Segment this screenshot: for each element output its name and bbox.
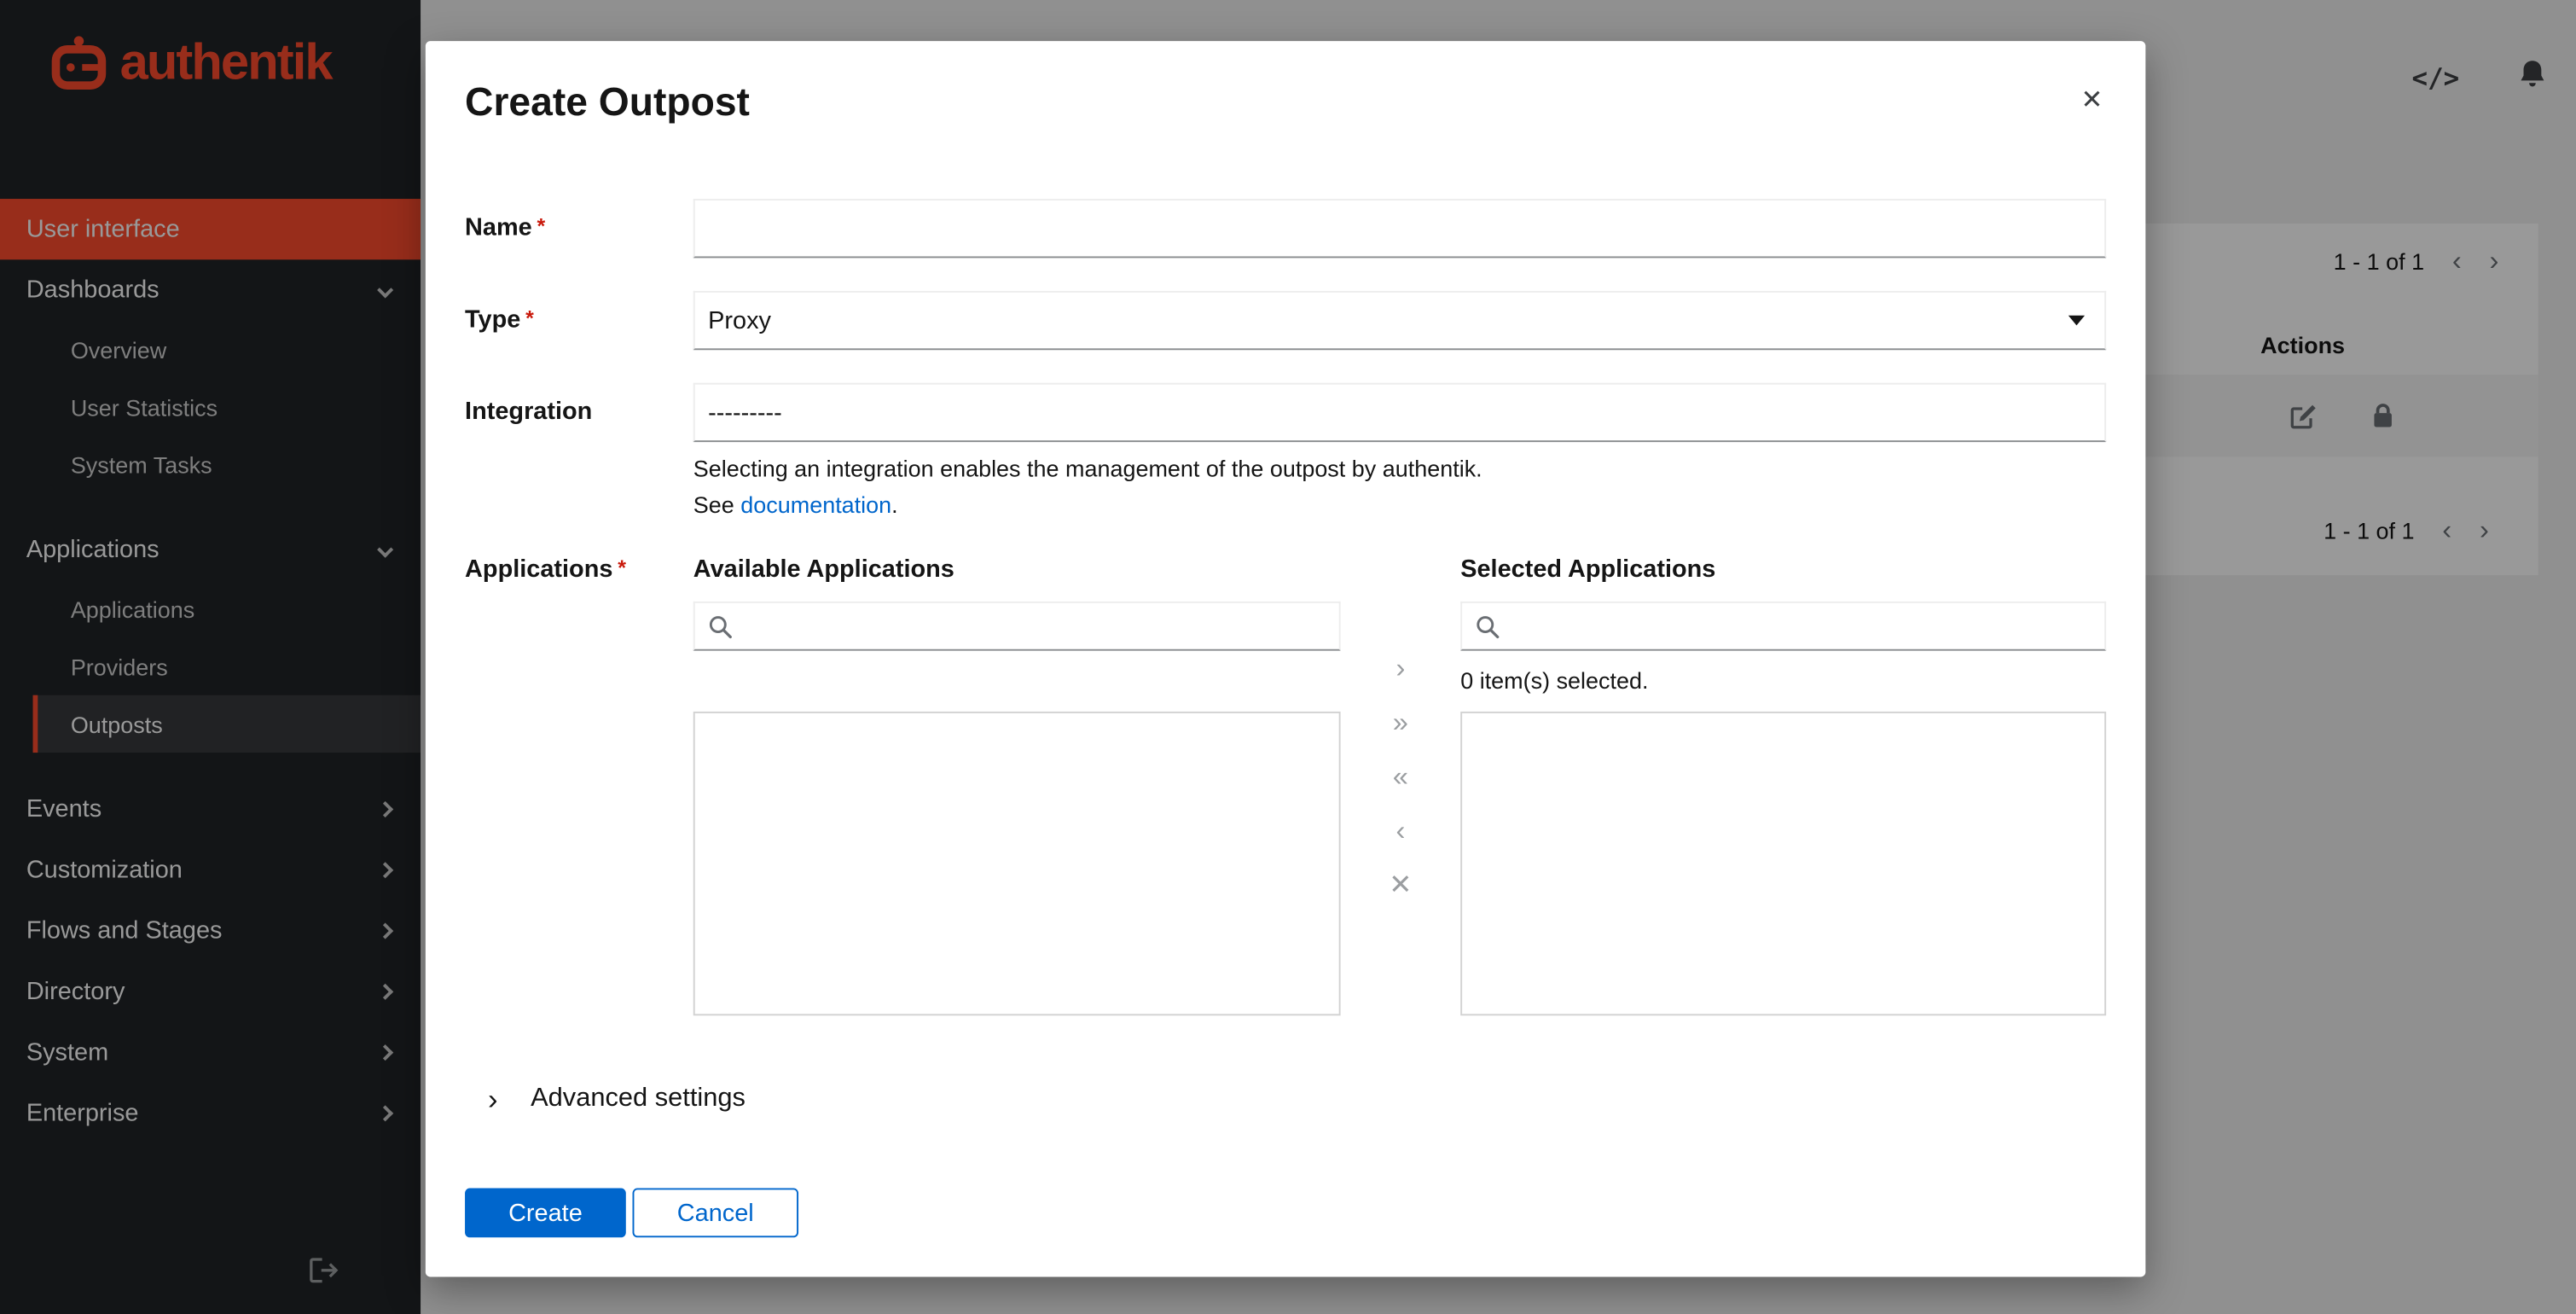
label-text: Integration bbox=[465, 398, 593, 426]
search-icon bbox=[1477, 615, 1500, 638]
required-mark: * bbox=[525, 305, 534, 331]
clear-selection-button[interactable]: ✕ bbox=[1389, 870, 1412, 901]
available-search-input[interactable] bbox=[744, 613, 1326, 640]
remove-selected-button[interactable]: ‹ bbox=[1395, 816, 1405, 846]
name-row: Name * bbox=[465, 199, 2107, 259]
available-applications-pane: Available Applications bbox=[693, 555, 1341, 1016]
search-icon bbox=[709, 615, 732, 638]
selected-applications-title: Selected Applications bbox=[1460, 555, 1716, 584]
integration-row: Integration --------- Selecting an integ… bbox=[465, 382, 2107, 523]
advanced-settings-toggle[interactable]: › Advanced settings bbox=[465, 1084, 2106, 1114]
name-input[interactable] bbox=[693, 199, 2107, 259]
required-mark: * bbox=[537, 213, 546, 239]
create-outpost-form: Name * Type * Proxy Integration --------… bbox=[465, 199, 2107, 1114]
available-search-box bbox=[693, 601, 1341, 651]
selected-count-text: 0 item(s) selected. bbox=[1460, 666, 1649, 694]
advanced-chevron-icon: › bbox=[488, 1083, 498, 1116]
modal-title: Create Outpost bbox=[465, 80, 750, 125]
integration-help-text: Selecting an integration enables the man… bbox=[693, 451, 2106, 523]
label-text: Name bbox=[465, 213, 532, 242]
applications-label: Applications * bbox=[465, 555, 693, 1015]
help-line-1: Selecting an integration enables the man… bbox=[693, 455, 1482, 482]
label-text: Type bbox=[465, 305, 521, 334]
modal-footer: Create Cancel bbox=[465, 1188, 799, 1238]
remove-all-button[interactable]: « bbox=[1393, 762, 1408, 793]
required-mark: * bbox=[618, 555, 626, 580]
close-button[interactable]: ✕ bbox=[2080, 84, 2103, 117]
dual-list-selector: Available Applications › » « ‹ ✕ Selecte… bbox=[693, 555, 2107, 1016]
available-applications-title: Available Applications bbox=[693, 555, 954, 584]
name-label: Name * bbox=[465, 199, 693, 258]
transfer-controls: › » « ‹ ✕ bbox=[1341, 555, 1461, 900]
add-all-button[interactable]: » bbox=[1393, 707, 1408, 738]
cancel-button[interactable]: Cancel bbox=[632, 1188, 799, 1238]
selected-applications-pane: Selected Applications 0 item(s) selected… bbox=[1460, 555, 2107, 1016]
type-select-value: Proxy bbox=[708, 306, 771, 334]
add-selected-button[interactable]: › bbox=[1395, 654, 1405, 684]
integration-select-value: --------- bbox=[708, 398, 782, 427]
integration-select[interactable]: --------- bbox=[693, 382, 2107, 443]
applications-row: Applications * Available Applications › … bbox=[465, 555, 2107, 1016]
help-line-2-prefix: See bbox=[693, 491, 741, 518]
app-root: authentik User interface Dashboards Over… bbox=[0, 0, 2576, 1314]
selected-search-input[interactable] bbox=[1511, 613, 2092, 640]
create-button[interactable]: Create bbox=[465, 1188, 626, 1238]
select-caret-icon bbox=[2068, 315, 2086, 326]
documentation-link[interactable]: documentation bbox=[740, 491, 891, 518]
create-outpost-modal: Create Outpost ✕ Name * Type * Proxy Int… bbox=[425, 41, 2146, 1277]
help-line-2-suffix: . bbox=[891, 491, 898, 518]
available-applications-list[interactable] bbox=[693, 711, 1341, 1016]
type-row: Type * Proxy bbox=[465, 290, 2107, 351]
selected-applications-list[interactable] bbox=[1460, 711, 2107, 1016]
label-text: Applications bbox=[465, 555, 613, 584]
advanced-settings-label: Advanced settings bbox=[531, 1084, 746, 1113]
selected-search-box bbox=[1460, 601, 2107, 651]
type-select[interactable]: Proxy bbox=[693, 290, 2107, 351]
type-label: Type * bbox=[465, 291, 693, 350]
integration-label: Integration bbox=[465, 383, 693, 523]
